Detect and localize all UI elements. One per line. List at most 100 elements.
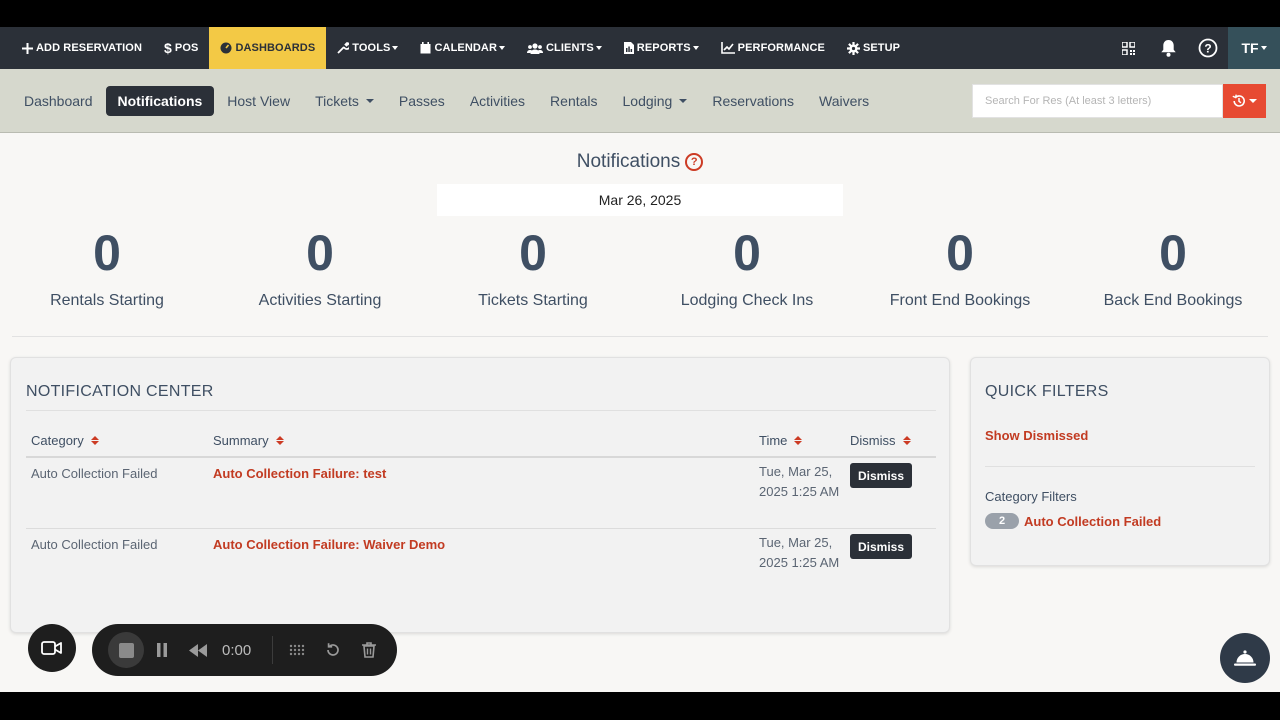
drag-dots-icon (289, 642, 305, 658)
chart-line-icon (720, 42, 735, 54)
tab-label: Dashboard (24, 93, 93, 109)
row-time: Tue, Mar 25, 2025 1:25 AM (759, 464, 840, 499)
apps-grid-icon[interactable] (1108, 27, 1148, 69)
column-header-time[interactable]: Time (759, 433, 803, 448)
nav-tools[interactable]: TOOLS (326, 27, 409, 69)
panel-title: QUICK FILTERS (985, 383, 1109, 400)
dismiss-button[interactable]: Dismiss (850, 463, 912, 488)
tab-rentals[interactable]: Rentals (538, 86, 609, 116)
dismiss-button[interactable]: Dismiss (850, 534, 912, 559)
column-header-category[interactable]: Category (31, 433, 99, 448)
stat-rentals-starting: 0 Rentals Starting (0, 222, 214, 310)
video-camera-icon (41, 641, 63, 655)
tab-waivers[interactable]: Waivers (807, 86, 881, 116)
svg-text:?: ? (1204, 42, 1211, 56)
help-icon[interactable]: ? (685, 153, 704, 171)
show-dismissed-link[interactable]: Show Dismissed (985, 428, 1088, 443)
stat-value: 0 (93, 225, 121, 281)
divider (26, 410, 936, 411)
tab-label: Reservations (712, 93, 795, 109)
tab-activities[interactable]: Activities (458, 86, 537, 116)
window-frame: ADD RESERVATION $ POS DASHBOARDS TOOLS C… (0, 0, 1280, 720)
help-icon[interactable]: ? (1188, 27, 1228, 69)
chevron-down-icon (595, 46, 602, 50)
delete-recording-button[interactable] (351, 632, 387, 668)
table-row: Auto Collection Failed Auto Collection F… (26, 458, 936, 528)
nav-pos[interactable]: $ POS (153, 27, 209, 69)
notification-bell-icon[interactable] (1148, 27, 1188, 69)
stop-recording-button[interactable] (108, 632, 144, 668)
search-input[interactable] (972, 84, 1223, 118)
stat-label: Rentals Starting (50, 292, 164, 309)
tab-reservations[interactable]: Reservations (700, 86, 806, 116)
row-category: Auto Collection Failed (31, 537, 158, 552)
nav-label: PERFORMANCE (737, 42, 825, 54)
divider (12, 336, 1268, 337)
tab-label: Activities (469, 93, 526, 109)
stat-value: 0 (1159, 225, 1187, 281)
date-selector[interactable]: Mar 26, 2025 (437, 184, 843, 216)
tab-tickets[interactable]: Tickets (303, 86, 386, 116)
row-summary-link[interactable]: Auto Collection Failure: Waiver Demo (213, 537, 445, 552)
tab-passes[interactable]: Passes (387, 86, 457, 116)
filter-label: Auto Collection Failed (1024, 513, 1162, 529)
sort-icon (90, 436, 99, 445)
concierge-bell-button[interactable] (1220, 633, 1270, 683)
stat-label: Tickets Starting (478, 292, 588, 309)
stop-icon (118, 642, 134, 658)
tab-dashboard[interactable]: Dashboard (12, 86, 105, 116)
tab-lodging[interactable]: Lodging (611, 86, 700, 116)
column-label: Time (759, 433, 788, 448)
row-summary-link[interactable]: Auto Collection Failure: test (213, 466, 386, 481)
plus-icon (22, 42, 33, 54)
recording-toolbar: 0:00 (92, 624, 397, 676)
nav-label: CALENDAR (434, 42, 498, 54)
category-filter-auto-collection-failed[interactable]: 2 Auto Collection Failed (985, 513, 1161, 529)
restart-button[interactable] (315, 632, 351, 668)
rewind-button[interactable] (180, 632, 216, 668)
sort-icon (902, 436, 911, 445)
chevron-down-icon (1260, 46, 1267, 50)
nav-performance[interactable]: PERFORMANCE (710, 27, 836, 69)
stat-tickets-starting: 0 Tickets Starting (426, 222, 640, 310)
nav-dashboards[interactable]: DASHBOARDS (209, 27, 327, 69)
history-dropdown-button[interactable] (1223, 84, 1266, 118)
tab-host-view[interactable]: Host View (215, 86, 302, 116)
row-time: Tue, Mar 25, 2025 1:25 AM (759, 535, 840, 570)
wrench-icon (337, 42, 350, 54)
reservation-search (972, 84, 1266, 118)
tab-label: Passes (398, 93, 445, 109)
stat-value: 0 (306, 225, 334, 281)
column-label: Category (31, 433, 84, 448)
tab-label: Tickets (315, 93, 359, 109)
user-menu[interactable]: TF (1228, 27, 1280, 69)
restart-icon (325, 642, 341, 658)
pause-button[interactable] (144, 632, 180, 668)
nav-label: TOOLS (352, 42, 391, 54)
users-icon (527, 42, 544, 54)
camera-toggle-button[interactable] (28, 624, 76, 672)
nav-label: ADD RESERVATION (36, 42, 143, 54)
current-date: Mar 26, 2025 (598, 192, 682, 208)
stat-back-end-bookings: 0 Back End Bookings (1066, 222, 1280, 310)
top-navbar: ADD RESERVATION $ POS DASHBOARDS TOOLS C… (0, 27, 1280, 69)
panel-title: NOTIFICATION CENTER (26, 383, 214, 400)
tab-notifications[interactable]: Notifications (105, 86, 215, 116)
nav-calendar[interactable]: CALENDAR (409, 27, 516, 69)
nav-setup[interactable]: SETUP (836, 27, 911, 69)
stat-activities-starting: 0 Activities Starting (213, 222, 427, 310)
chevron-down-icon (692, 46, 699, 50)
stat-label: Lodging Check Ins (680, 292, 814, 309)
column-header-summary[interactable]: Summary (213, 433, 284, 448)
stat-label: Front End Bookings (889, 292, 1031, 309)
notification-center-panel: NOTIFICATION CENTER Category Summary Tim… (10, 357, 950, 633)
tab-label: Host View (227, 93, 291, 109)
category-filters-label: Category Filters (985, 489, 1077, 504)
nav-reports[interactable]: REPORTS (613, 27, 710, 69)
nav-clients[interactable]: CLIENTS (516, 27, 613, 69)
quick-filters-panel: QUICK FILTERS Show Dismissed Category Fi… (970, 357, 1270, 566)
history-icon (1232, 94, 1246, 108)
drag-handle[interactable] (279, 632, 315, 668)
nav-add-reservation[interactable]: ADD RESERVATION (0, 27, 153, 69)
column-header-dismiss[interactable]: Dismiss (850, 433, 911, 448)
